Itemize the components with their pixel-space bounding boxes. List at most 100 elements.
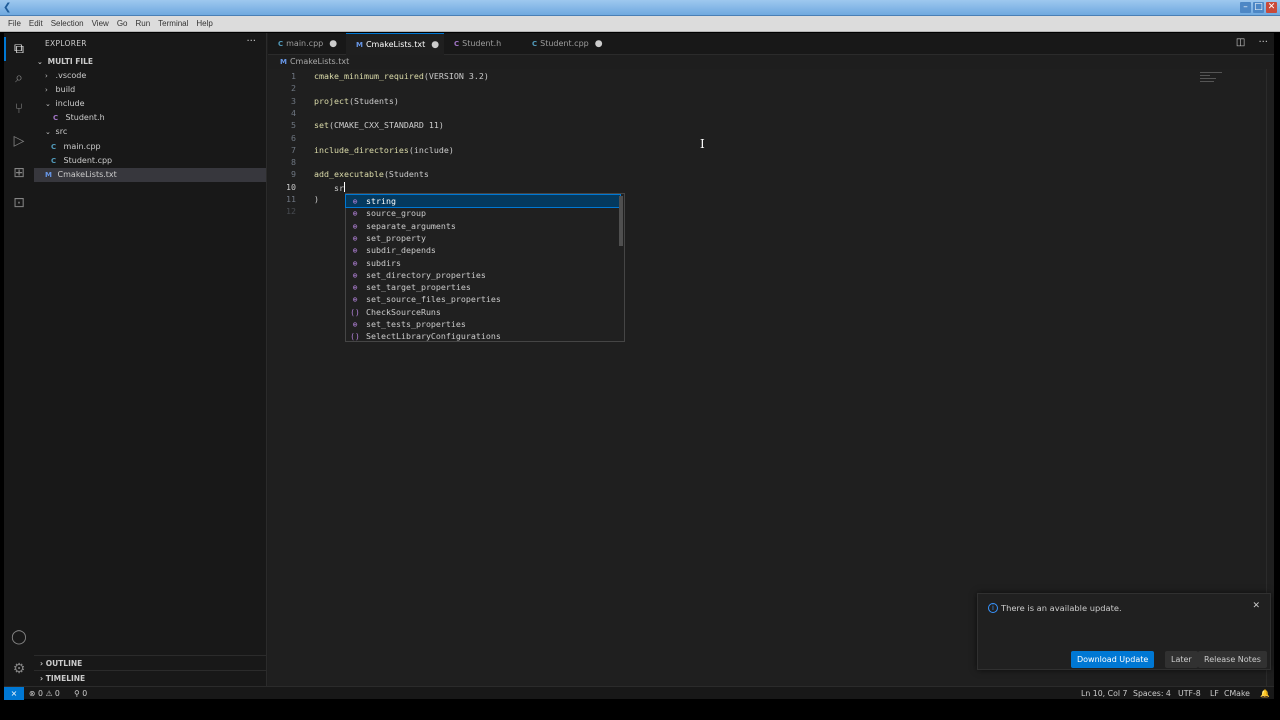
menu-view[interactable]: View xyxy=(88,19,113,28)
suggestion-label: source_group xyxy=(366,208,426,219)
text-select-cursor-icon: I xyxy=(700,137,705,151)
menu-file[interactable]: File xyxy=(4,19,25,28)
modified-dot-icon: ● xyxy=(329,39,338,49)
suggestion-item[interactable]: ⊕ set_tests_properties xyxy=(346,318,620,330)
tab-student-cpp[interactable]: C Student.cpp ● xyxy=(522,33,612,55)
timeline-section[interactable]: › TIMELINE xyxy=(34,670,266,685)
suggestion-item[interactable]: ⊕ string xyxy=(345,193,621,209)
suggestion-item[interactable]: ⊕ subdirs xyxy=(346,257,620,269)
account-icon[interactable]: ◯ xyxy=(9,627,29,647)
text-cursor xyxy=(343,181,345,192)
tree-item-main-cpp[interactable]: C main.cpp xyxy=(34,140,266,154)
code-line: project(Students) xyxy=(314,96,399,106)
remote-explorer-icon[interactable]: ⊡ xyxy=(9,193,29,213)
menu-bar: File Edit Selection View Go Run Terminal… xyxy=(0,16,1280,32)
tree-item-label: Student.h xyxy=(65,113,105,122)
activity-bar: ⧉ ⌕ ⑂ ▷ ⊞ ⊡ ◯ ⚙ xyxy=(4,33,34,686)
language-mode[interactable]: CMake xyxy=(1224,687,1250,700)
tree-item-label: .vscode xyxy=(55,71,87,80)
tree-item-label: build xyxy=(55,85,76,94)
minimap-line xyxy=(1200,75,1210,76)
suggestion-item[interactable]: ⊕ set_source_files_properties xyxy=(346,293,620,305)
menu-selection[interactable]: Selection xyxy=(47,19,88,28)
explorer-title: EXPLORER xyxy=(45,39,87,48)
remote-icon[interactable]: ⨯ xyxy=(4,687,24,700)
notification-message: There is an available update. xyxy=(1001,603,1122,613)
code-function: set xyxy=(314,120,329,131)
close-window-icon[interactable]: ✕ xyxy=(1266,2,1277,13)
modified-dot-icon: ● xyxy=(594,39,603,49)
suggestion-item[interactable]: ⊕ set_target_properties xyxy=(346,281,620,293)
suggestion-item[interactable]: ⊕ subdir_depends xyxy=(346,244,620,256)
tree-item-vscode[interactable]: › .vscode xyxy=(34,69,266,83)
line-number: 12 xyxy=(286,206,296,217)
tree-item-label: include xyxy=(55,99,85,108)
tree-item-src[interactable]: ⌄ src xyxy=(34,125,266,139)
search-icon[interactable]: ⌕ xyxy=(9,68,29,88)
extensions-icon[interactable]: ⊞ xyxy=(9,163,29,183)
outline-section[interactable]: › OUTLINE xyxy=(34,655,266,670)
close-icon[interactable]: ✕ xyxy=(1252,601,1260,611)
folder-root[interactable]: ⌄ MULTI FILE xyxy=(34,55,266,69)
line-number: 8 xyxy=(291,157,296,168)
download-update-button[interactable]: Download Update xyxy=(1071,651,1155,668)
code-args: (Students) xyxy=(348,95,399,106)
encoding[interactable]: UTF-8 xyxy=(1178,687,1201,700)
later-button[interactable]: Later xyxy=(1165,651,1198,668)
end-of-line[interactable]: LF xyxy=(1210,687,1219,700)
suggestion-item[interactable]: ⊕ separate_arguments xyxy=(346,220,620,232)
chevron-right-icon: › xyxy=(45,72,48,80)
menu-terminal[interactable]: Terminal xyxy=(154,19,192,28)
line-number: 2 xyxy=(291,83,296,94)
cursor-position[interactable]: Ln 10, Col 7 xyxy=(1081,687,1127,700)
suggestion-label: subdir_depends xyxy=(366,245,436,256)
split-editor-icon[interactable]: ◫ xyxy=(1236,37,1245,48)
tab-student-h[interactable]: C Student.h xyxy=(444,33,522,55)
manage-gear-icon[interactable]: ⚙ xyxy=(9,659,29,679)
menu-help[interactable]: Help xyxy=(192,19,216,28)
release-notes-button[interactable]: Release Notes xyxy=(1198,651,1267,668)
minimize-icon[interactable]: – xyxy=(1240,2,1251,13)
minimap-line xyxy=(1200,72,1222,73)
update-notification: i There is an available update. ✕ Downlo… xyxy=(977,593,1271,670)
window-controls: – □ ✕ xyxy=(1240,2,1277,13)
folder-root-label: MULTI FILE xyxy=(47,57,94,66)
window-title-bar: ❮ – □ ✕ xyxy=(0,0,1280,16)
tree-item-label: CmakeLists.txt xyxy=(57,170,117,179)
suggestion-item[interactable]: ⊕ set_directory_properties xyxy=(346,269,620,281)
suggestion-item[interactable]: () SelectLibraryConfigurations xyxy=(346,330,620,342)
ports-indicator[interactable]: ⚲ 0 xyxy=(74,687,87,700)
indentation[interactable]: Spaces: 4 xyxy=(1133,687,1171,700)
tab-main-cpp[interactable]: Cmain.cpp ● xyxy=(268,33,346,55)
menu-edit[interactable]: Edit xyxy=(25,19,47,28)
code-line: include_directories(include) xyxy=(314,145,454,155)
suggestion-item[interactable]: ⊕ source_group xyxy=(346,207,620,219)
maximize-icon[interactable]: □ xyxy=(1253,2,1264,13)
tree-item-cmakelists[interactable]: M CmakeLists.txt xyxy=(34,168,266,182)
cpp-file-icon: C xyxy=(51,157,57,165)
cpp-file-icon: C xyxy=(278,40,284,48)
code-function: cmake_minimum_required xyxy=(314,71,424,81)
more-actions-icon[interactable]: ··· xyxy=(1258,37,1268,48)
tree-item-build[interactable]: › build xyxy=(34,83,266,97)
explorer-more-icon[interactable]: ··· xyxy=(246,36,256,47)
breadcrumb-item[interactable]: CmakeLists.txt xyxy=(290,57,349,66)
tab-cmakelists[interactable]: M CmakeLists.txt ● xyxy=(346,33,444,55)
tree-item-student-cpp[interactable]: C Student.cpp xyxy=(34,154,266,168)
source-control-icon[interactable]: ⑂ xyxy=(9,99,29,119)
c-header-file-icon: C xyxy=(53,114,59,122)
minimap-line xyxy=(1200,81,1214,82)
suggestion-item[interactable]: ⊕ set_property xyxy=(346,232,620,244)
run-debug-icon[interactable]: ▷ xyxy=(9,131,29,151)
tree-item-include[interactable]: ⌄ include xyxy=(34,97,266,111)
tree-item-student-h[interactable]: C Student.h xyxy=(34,111,266,125)
code-typed-text: sr xyxy=(314,182,344,193)
menu-run[interactable]: Run xyxy=(131,19,154,28)
suggestion-label: string xyxy=(366,196,396,206)
notifications-bell-icon[interactable]: 🔔 xyxy=(1260,687,1270,700)
menu-go[interactable]: Go xyxy=(113,19,132,28)
problems-indicator[interactable]: ⊗ 0 ⚠ 0 xyxy=(29,687,60,700)
suggestion-scrollbar[interactable] xyxy=(619,196,623,246)
explorer-files-icon[interactable]: ⧉ xyxy=(9,39,29,59)
suggestion-item[interactable]: () CheckSourceRuns xyxy=(346,306,620,318)
